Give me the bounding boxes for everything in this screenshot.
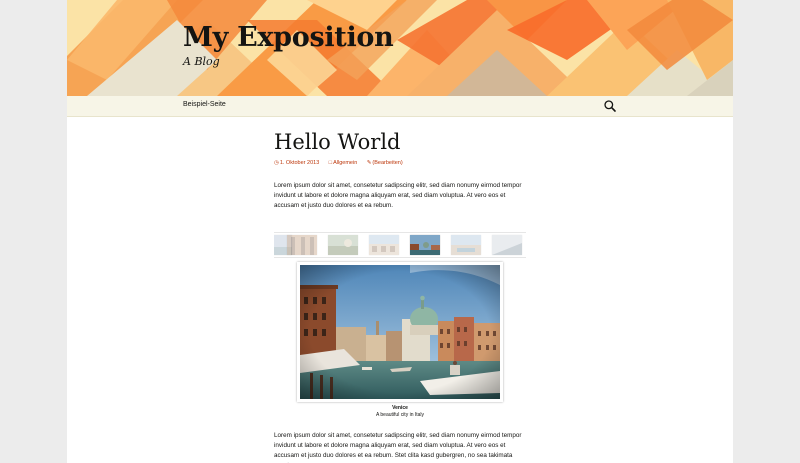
gallery-caption-title: Venice <box>392 405 408 411</box>
post-category: Allgemein <box>333 160 358 166</box>
pencil-icon: ✎ <box>366 160 372 166</box>
nav-item-beispiel-seite[interactable]: Beispiel-Seite <box>183 101 226 108</box>
post-date: 1. Oktober 2013 <box>279 160 320 166</box>
site-container: My Exposition A Blog Beispiel-Seite Hell… <box>67 0 733 463</box>
gallery-thumbnail-strip <box>274 232 526 258</box>
clock-icon: ◷ <box>274 160 279 166</box>
gallery-thumbnail[interactable] <box>451 235 481 255</box>
site-header: My Exposition A Blog <box>67 0 733 96</box>
gallery-thumbnail-active[interactable] <box>410 235 440 255</box>
venice-photo <box>300 265 500 399</box>
post-paragraph-1: Lorem ipsum dolor sit amet, consetetur s… <box>274 182 522 209</box>
post-title[interactable]: Hello World <box>274 130 534 154</box>
gallery-thumbnail[interactable] <box>287 235 317 255</box>
post-edit-link[interactable]: ✎(Bearbeiten) <box>367 160 403 166</box>
site-description: A Blog <box>183 55 220 68</box>
folder-icon: □ <box>328 160 333 166</box>
site-title[interactable]: My Exposition <box>183 22 394 53</box>
post-category-link[interactable]: □Allgemein <box>329 160 357 166</box>
gallery-thumbnail[interactable] <box>492 235 522 255</box>
gallery-caption-text: A beautiful city in Italy <box>375 412 425 418</box>
search-icon[interactable] <box>603 99 617 113</box>
post-paragraph-2: Lorem ipsum dolor sit amet, consetetur s… <box>274 432 522 463</box>
post-date-link[interactable]: ◷1. Oktober 2013 <box>274 160 319 166</box>
post-meta: ◷1. Oktober 2013 □Allgemein ✎(Bearbeiten… <box>274 160 534 166</box>
gallery-main-photo[interactable] <box>297 262 503 402</box>
post-edit: (Bearbeiten) <box>372 160 403 166</box>
nav-bar: Beispiel-Seite <box>67 96 733 117</box>
gallery-thumbnail[interactable] <box>328 235 358 255</box>
header-banner <box>67 0 733 96</box>
gallery-thumbnail[interactable] <box>369 235 399 255</box>
